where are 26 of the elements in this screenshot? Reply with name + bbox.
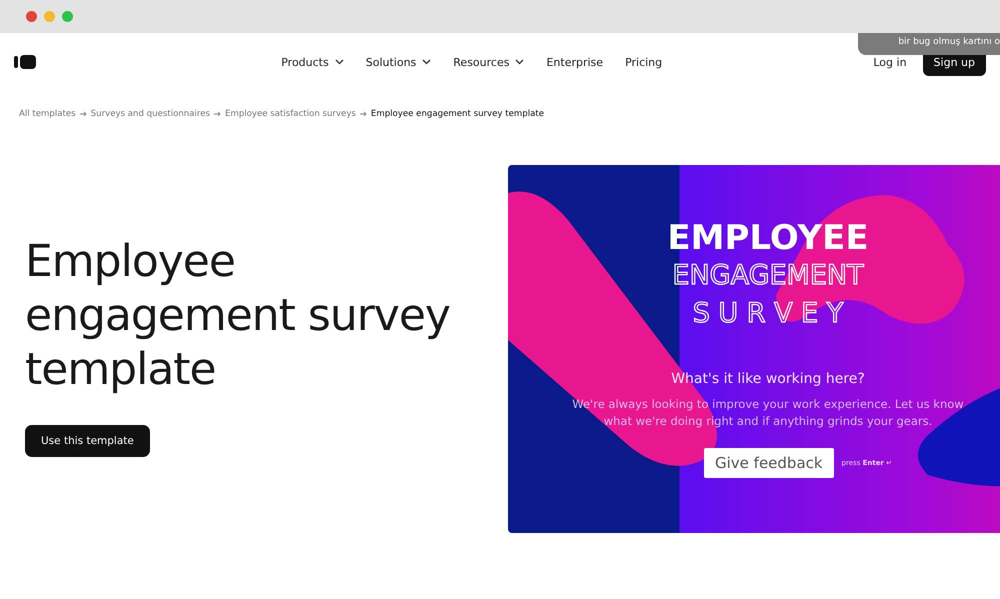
login-link[interactable]: Log in <box>867 54 913 70</box>
maximize-window-icon[interactable] <box>62 11 73 22</box>
nav-menu-item[interactable]: Enterprise <box>546 56 604 68</box>
nav-menu-item[interactable]: Products <box>281 56 344 68</box>
arrow-right-icon <box>360 111 367 117</box>
nav-menu-item[interactable]: Pricing <box>625 56 662 68</box>
nav-menu-item[interactable]: Solutions <box>366 56 432 68</box>
arrow-right-icon <box>80 111 87 117</box>
breadcrumb-link[interactable]: All templates <box>19 109 76 119</box>
page-title: Employee engagement survey template <box>25 235 451 397</box>
nav-menu-item[interactable]: Resources <box>453 56 524 68</box>
chevron-down-icon <box>422 59 432 65</box>
close-window-icon[interactable] <box>26 11 37 22</box>
breadcrumb-link[interactable]: Employee engagement survey template <box>370 109 544 119</box>
survey-title: S U R V E Y <box>692 297 844 331</box>
chevron-down-icon <box>334 59 344 65</box>
logo-icon[interactable] <box>14 55 36 69</box>
give-feedback-button[interactable]: Give feedback <box>704 448 834 478</box>
breadcrumb-link[interactable]: Employee satisfaction surveys <box>225 109 356 119</box>
use-template-button[interactable]: Use this template <box>25 425 150 457</box>
arrow-right-icon <box>214 111 222 117</box>
survey-title: EMPLOYEE <box>667 219 869 257</box>
survey-title: ENGAGEMENT <box>672 259 864 293</box>
chevron-down-icon <box>515 59 524 65</box>
tooltip: bir bug olmuş kartını o <box>858 33 1000 55</box>
breadcrumb-link[interactable]: Surveys and questionnaires <box>90 109 210 119</box>
